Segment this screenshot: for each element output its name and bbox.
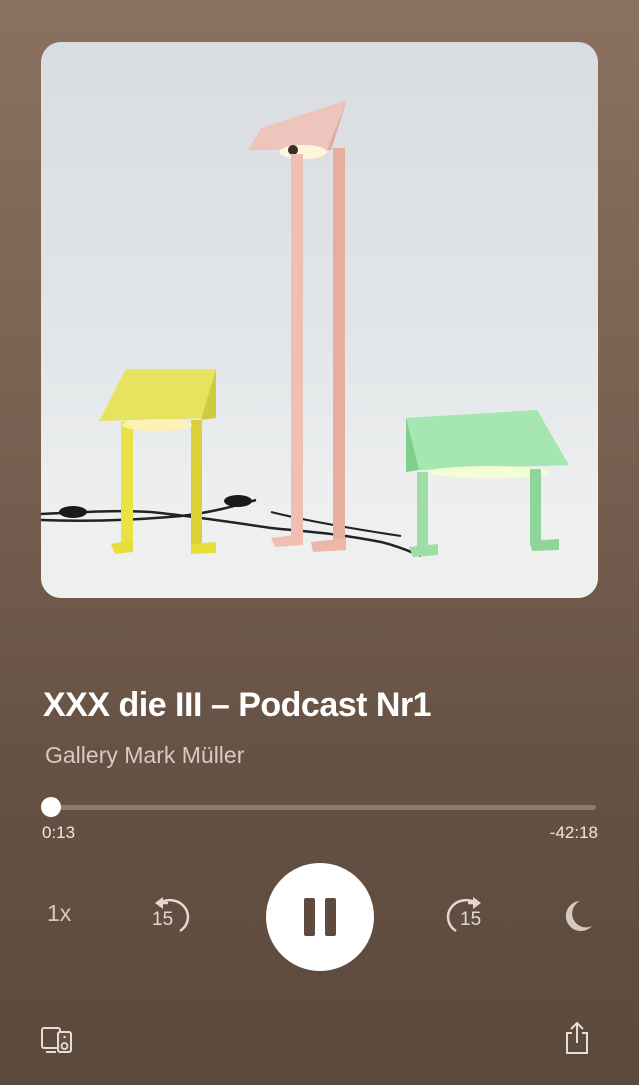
sleep-timer-button[interactable] bbox=[560, 898, 594, 934]
playback-speed-button[interactable]: 1x bbox=[47, 900, 71, 927]
episode-artwork bbox=[41, 42, 598, 598]
show-name[interactable]: Gallery Mark Müller bbox=[45, 742, 244, 769]
devices-button[interactable] bbox=[40, 1026, 74, 1054]
moon-icon bbox=[565, 901, 592, 931]
skip-back-seconds: 15 bbox=[152, 909, 174, 930]
skip-back-button[interactable]: 15 bbox=[146, 895, 196, 935]
artwork-image bbox=[41, 100, 598, 598]
pause-icon-bar bbox=[325, 898, 336, 936]
episode-title: XXX die III – Podcast Nr1 bbox=[43, 686, 432, 724]
pause-button[interactable] bbox=[266, 863, 374, 971]
skip-forward-button[interactable]: 15 bbox=[440, 895, 490, 935]
share-button[interactable] bbox=[563, 1021, 591, 1055]
connect-devices-icon bbox=[41, 1027, 72, 1053]
progress-scrubber-handle[interactable] bbox=[40, 797, 61, 817]
pause-icon bbox=[304, 898, 315, 936]
elapsed-time: 0:13 bbox=[42, 823, 76, 842]
progress-bar[interactable] bbox=[48, 805, 596, 810]
share-icon bbox=[566, 1021, 588, 1054]
remaining-time: -42:18 bbox=[549, 823, 598, 842]
skip-forward-seconds: 15 bbox=[460, 909, 482, 930]
